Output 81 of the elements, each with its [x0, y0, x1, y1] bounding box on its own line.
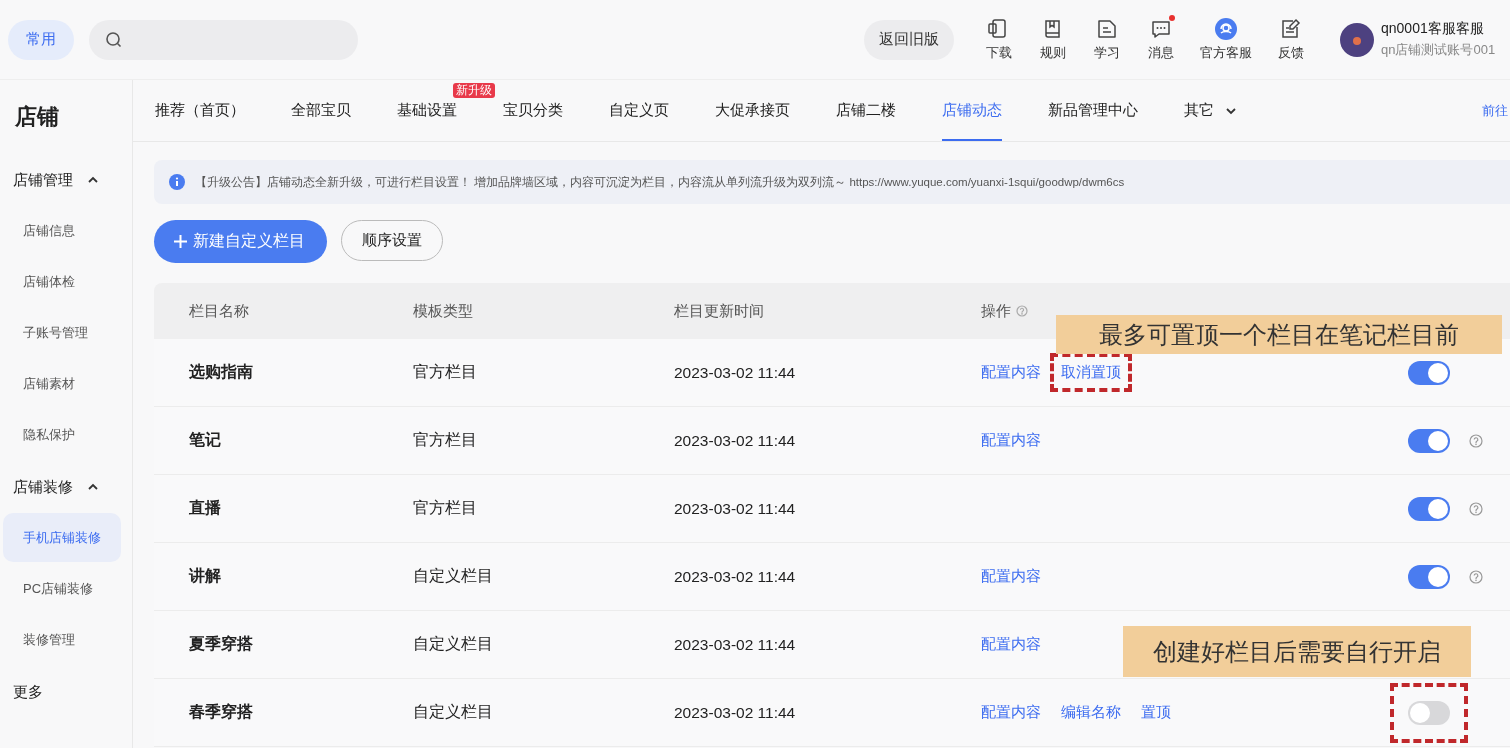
action-link[interactable]: 配置内容	[981, 635, 1041, 654]
search-field[interactable]	[89, 19, 358, 60]
new-badge: 新升级	[453, 83, 495, 98]
table-cell-text: 官方栏目	[413, 362, 477, 382]
avatar	[1340, 22, 1374, 57]
table-cell-text: 讲解	[189, 566, 221, 586]
action-link[interactable]: 编辑名称	[1061, 703, 1121, 722]
toggle-switch[interactable]	[1408, 564, 1450, 589]
table-cell-text: 自定义栏目	[413, 566, 493, 586]
old-version-button[interactable]: 返回旧版	[864, 19, 954, 60]
column-header: 操作	[981, 301, 1011, 321]
table-cell: 2023-03-02 11:44	[674, 499, 796, 518]
toggle-switch[interactable]	[1408, 360, 1450, 385]
common-button[interactable]: 常用	[8, 19, 74, 60]
toolbar-button[interactable]: 学习	[1080, 17, 1134, 62]
column-header: 模板类型	[413, 301, 473, 321]
toolbar-button[interactable]: 规则	[1026, 17, 1080, 62]
tab[interactable]: 大促承接页	[715, 80, 790, 141]
column-header: 栏目更新时间	[674, 301, 764, 321]
table-cell-text: 自定义栏目	[413, 634, 493, 654]
table-cell-text: 直播	[189, 498, 221, 518]
action-link[interactable]: 取消置顶	[1061, 363, 1121, 380]
table-cell-text: 官方栏目	[413, 430, 477, 450]
callout-note: 最多可置顶一个栏目在笔记栏目前	[1056, 315, 1502, 354]
column-header: 栏目名称	[189, 301, 249, 321]
sidebar-item[interactable]: 子账号管理	[3, 308, 121, 357]
action-link[interactable]: 配置内容	[981, 363, 1041, 382]
table-cell: 2023-03-02 11:44	[674, 567, 796, 586]
account-name: qn店铺测试账号001	[1381, 41, 1496, 59]
action-link[interactable]: 配置内容	[981, 703, 1041, 722]
sidebar-item[interactable]: 店铺信息	[3, 206, 121, 255]
table-cell-text: 笔记	[189, 430, 221, 450]
toolbar-button[interactable]: 消息	[1134, 17, 1188, 62]
toggle-switch[interactable]	[1408, 496, 1450, 521]
sidebar-item[interactable]: 装修管理	[3, 615, 121, 664]
feedback-icon	[1280, 17, 1302, 40]
table-cell: 2023-03-02 11:44	[674, 363, 796, 382]
tab[interactable]: 宝贝分类	[503, 80, 563, 141]
tab[interactable]: 店铺二楼	[836, 80, 896, 141]
plus-icon	[174, 235, 187, 248]
callout-note: 创建好栏目后需要自行开启	[1123, 626, 1471, 677]
sidebar-item[interactable]: 手机店铺装修	[3, 513, 121, 562]
menu-group[interactable]: 店铺装修	[0, 469, 132, 505]
toolbar-button[interactable]: 反馈	[1264, 17, 1318, 62]
tab[interactable]: 推荐（首页）	[155, 80, 245, 141]
user-name: qn0001客服客服	[1381, 20, 1485, 38]
toolbar-button[interactable]: 下载	[972, 17, 1026, 62]
tab[interactable]: 新品管理中心	[1048, 80, 1138, 141]
table-cell-text: 选购指南	[189, 362, 253, 382]
table-cell-text: 官方栏目	[413, 498, 477, 518]
sidebar-item[interactable]: 隐私保护	[3, 410, 121, 459]
table-cell-text: 自定义栏目	[413, 702, 493, 722]
menu-group[interactable]: 店铺管理	[0, 162, 132, 198]
tabs-link[interactable]: 前往	[1482, 101, 1508, 120]
headset-icon	[1215, 17, 1237, 40]
table-cell-text: 春季穿搭	[189, 702, 253, 722]
table-cell-text: 夏季穿搭	[189, 634, 253, 654]
action-link[interactable]: 置顶	[1141, 703, 1171, 722]
search-icon	[105, 31, 122, 48]
notice-text: 【升级公告】店铺动态全新升级，可进行栏目设置！ 增加品牌墙区域，内容可沉淀为栏目，内容流从单列流升级为双列流～ https://www.yuque.com/yuanxi-1squi/goodwp/dwm6cs	[195, 174, 1125, 190]
menu-group[interactable]: 更多	[0, 674, 132, 710]
sidebar-item[interactable]: PC店铺装修	[3, 564, 121, 613]
toggle-switch[interactable]	[1408, 700, 1450, 725]
sidebar-item[interactable]: 店铺体检	[3, 257, 121, 306]
table-cell: 2023-03-02 11:44	[674, 703, 796, 722]
new-column-button[interactable]: 新建自定义栏目	[154, 220, 327, 263]
help-icon	[1016, 305, 1028, 317]
action-link[interactable]: 配置内容	[981, 431, 1041, 450]
sidebar-title: 店铺	[14, 103, 60, 131]
tab[interactable]: 全部宝贝	[291, 80, 351, 141]
toggle-switch[interactable]	[1408, 428, 1450, 453]
sidebar-item[interactable]: 店铺素材	[3, 359, 121, 408]
action-link[interactable]: 配置内容	[981, 567, 1041, 586]
tab[interactable]: 自定义页	[609, 80, 669, 141]
tab[interactable]: 店铺动态	[942, 80, 1002, 141]
tab[interactable]: 其它	[1184, 80, 1236, 141]
document-icon	[1096, 17, 1118, 40]
table-cell: 2023-03-02 11:44	[674, 635, 796, 654]
toolbar-button[interactable]: 官方客服	[1188, 17, 1264, 62]
info-icon	[169, 174, 185, 190]
table-cell: 2023-03-02 11:44	[674, 431, 796, 450]
